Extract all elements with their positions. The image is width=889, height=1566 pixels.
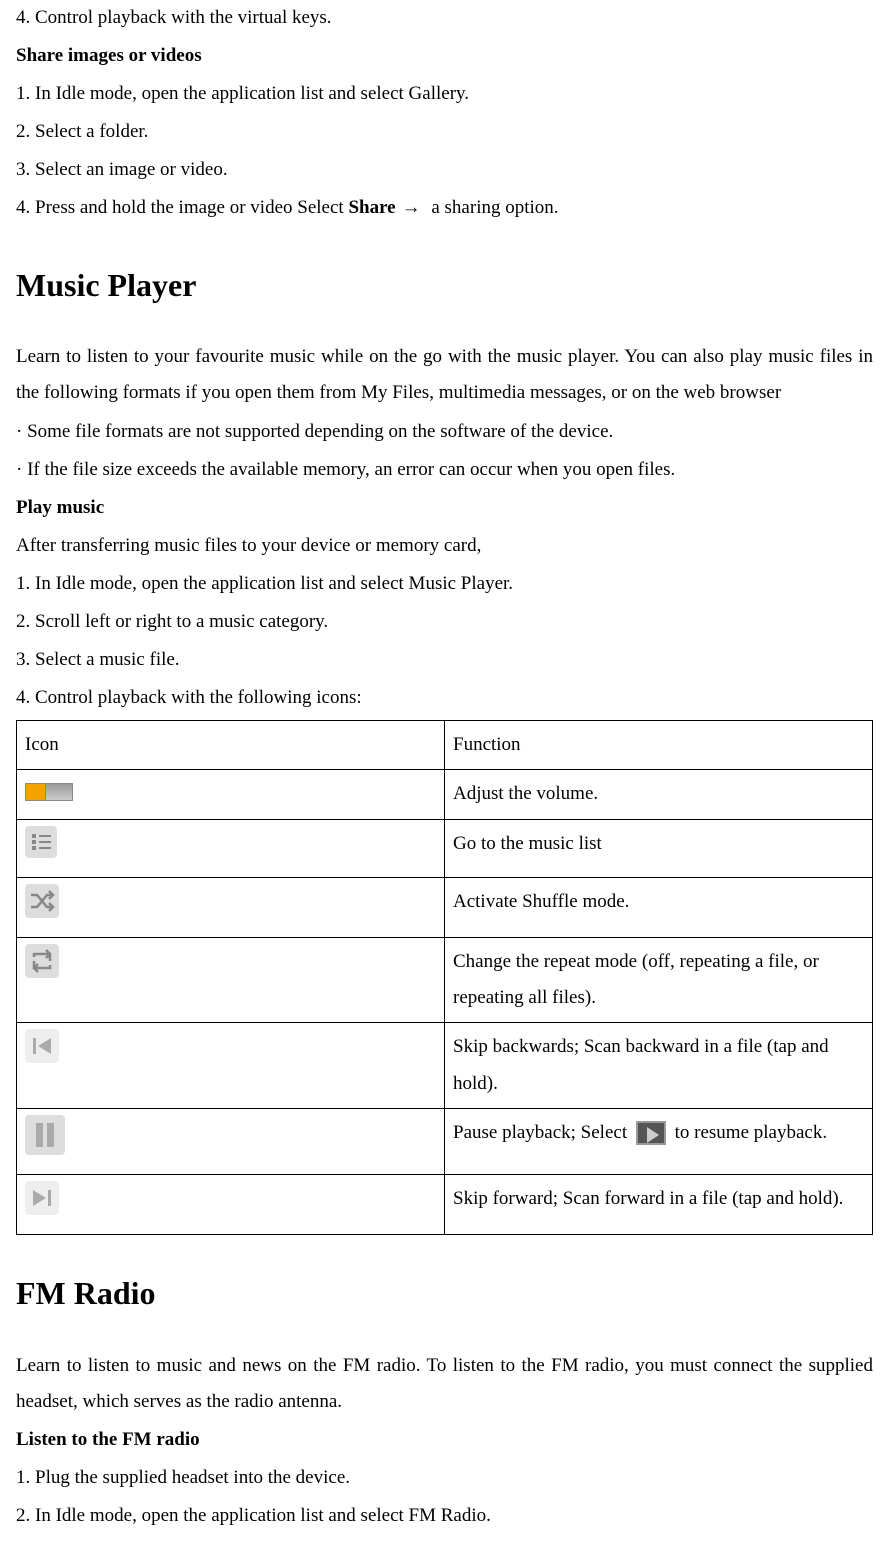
cell-icon-list [17, 820, 445, 878]
repeat-icon [25, 944, 59, 991]
play-step-2: 2. Scroll left or right to a music categ… [16, 604, 873, 640]
cell-icon-next [17, 1174, 445, 1234]
cell-func-volume: Adjust the volume. [445, 770, 873, 820]
shuffle-icon [25, 884, 59, 931]
play-music-heading: Play music [16, 490, 873, 526]
header-function: Function [445, 721, 873, 770]
cell-func-shuffle: Activate Shuffle mode. [445, 878, 873, 938]
icon-table: Icon Function Adjust the volume. Go to t… [16, 720, 873, 1235]
share-step-1: 1. In Idle mode, open the application li… [16, 76, 873, 112]
cell-icon-volume [17, 770, 445, 820]
skip-forward-icon [25, 1181, 59, 1228]
share-step-4-pre: 4. Press and hold the image or video Sel… [16, 197, 348, 218]
cell-func-pause: Pause playback; Select to resume playbac… [445, 1108, 873, 1174]
fm-step-2: 2. In Idle mode, open the application li… [16, 1498, 873, 1534]
share-step-4: 4. Press and hold the image or video Sel… [16, 190, 873, 226]
music-list-icon [25, 826, 57, 871]
play-step-4: 4. Control playback with the following i… [16, 680, 873, 716]
fm-listen-heading: Listen to the FM radio [16, 1422, 873, 1458]
cell-icon-shuffle [17, 878, 445, 938]
volume-icon [25, 777, 73, 813]
cell-func-repeat: Change the repeat mode (off, repeating a… [445, 938, 873, 1023]
share-step-4-post: a sharing option. [427, 197, 559, 218]
music-bullet-2: · If the file size exceeds the available… [16, 452, 873, 488]
play-icon [636, 1121, 666, 1145]
table-row: Skip forward; Scan forward in a file (ta… [17, 1174, 873, 1234]
table-row: Go to the music list [17, 820, 873, 878]
share-bold: Share [348, 197, 395, 218]
table-row: Skip backwards; Scan backward in a file … [17, 1023, 873, 1108]
table-row: Pause playback; Select to resume playbac… [17, 1108, 873, 1174]
table-row: Change the repeat mode (off, repeating a… [17, 938, 873, 1023]
fm-step-1: 1. Plug the supplied headset into the de… [16, 1460, 873, 1496]
cell-func-prev: Skip backwards; Scan backward in a file … [445, 1023, 873, 1108]
share-heading: Share images or videos [16, 38, 873, 74]
play-intro: After transferring music files to your d… [16, 528, 873, 564]
music-player-heading: Music Player [16, 255, 873, 316]
cell-icon-pause [17, 1108, 445, 1174]
cell-func-list: Go to the music list [445, 820, 873, 878]
cell-func-next: Skip forward; Scan forward in a file (ta… [445, 1174, 873, 1234]
table-header-row: Icon Function [17, 721, 873, 770]
header-icon: Icon [17, 721, 445, 770]
cell-icon-repeat [17, 938, 445, 1023]
music-intro: Learn to listen to your favourite music … [16, 339, 873, 411]
table-row: Activate Shuffle mode. [17, 878, 873, 938]
play-step-1: 1. In Idle mode, open the application li… [16, 566, 873, 602]
pause-icon [25, 1115, 65, 1168]
share-step-3: 3. Select an image or video. [16, 152, 873, 188]
play-step-3: 3. Select a music file. [16, 642, 873, 678]
pause-text-pre: Pause playback; Select [453, 1122, 627, 1143]
intro-step-4: 4. Control playback with the virtual key… [16, 0, 873, 36]
share-step-2: 2. Select a folder. [16, 114, 873, 150]
arrow-icon: → [402, 190, 421, 226]
pause-text-post: to resume playback. [675, 1122, 827, 1143]
skip-back-icon [25, 1029, 59, 1076]
fm-radio-heading: FM Radio [16, 1263, 873, 1324]
music-bullet-1: · Some file formats are not supported de… [16, 414, 873, 450]
fm-intro: Learn to listen to music and news on the… [16, 1348, 873, 1420]
cell-icon-prev [17, 1023, 445, 1108]
table-row: Adjust the volume. [17, 770, 873, 820]
